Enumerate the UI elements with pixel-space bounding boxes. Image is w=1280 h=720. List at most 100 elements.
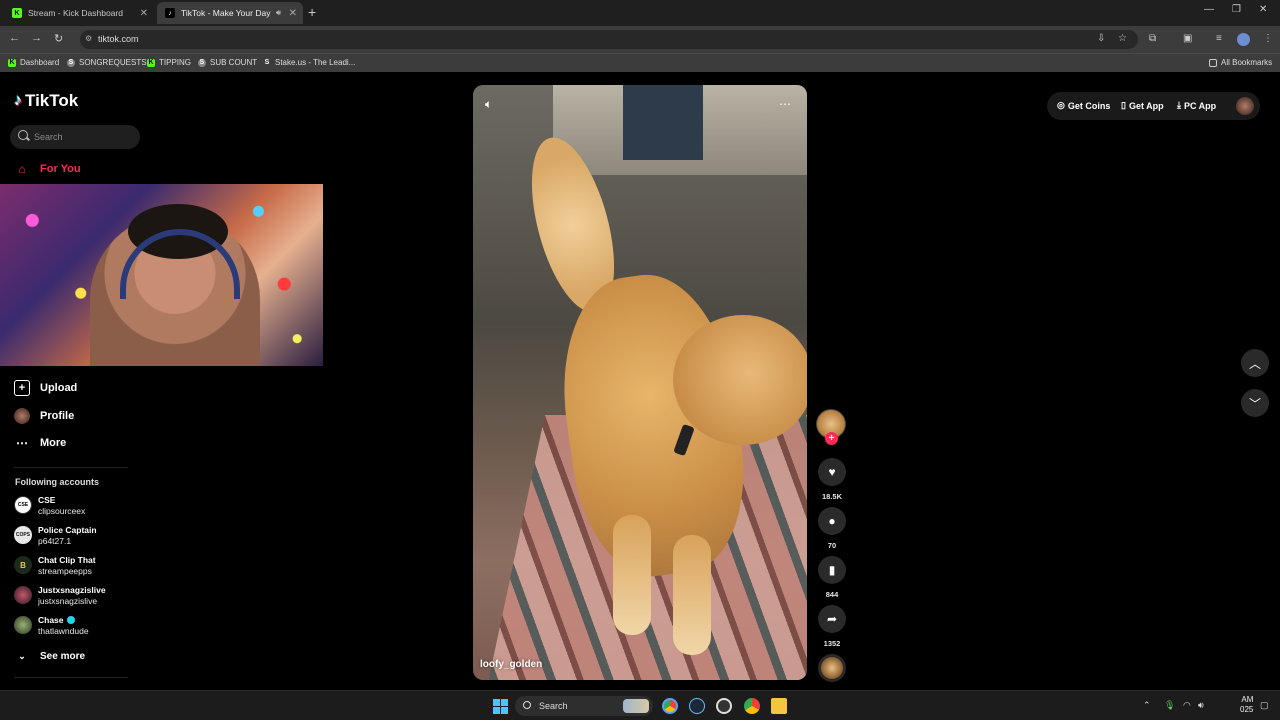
browser-profile-avatar[interactable] [1237,33,1250,46]
tab-label: Stream - Kick Dashboard [28,8,123,18]
more-options-icon[interactable]: ⋯ [779,97,791,111]
nav-more[interactable]: ⋯ More [14,435,66,451]
following-account[interactable]: COPS Police Captain p64t27.1 [14,525,97,547]
pc-app-button[interactable]: ⤓ PC App [1177,100,1216,111]
search-icon [523,701,531,709]
following-account[interactable]: CSE CSE clipsourceex [14,495,85,517]
save-button[interactable]: ▮ [818,556,846,584]
chrome-icon[interactable] [662,698,678,714]
profile-avatar-icon [14,408,30,424]
restore-icon[interactable]: ❐ [1232,4,1241,15]
account-username: p64t27.1 [38,536,72,546]
site-info-icon[interactable]: ⚙ [85,34,92,43]
follow-button[interactable]: + [825,432,838,445]
system-clock[interactable]: AM 025 [1240,695,1253,715]
reload-icon[interactable]: ↻ [54,32,63,45]
url-bar[interactable]: ⚙ tiktok.com [80,30,1138,49]
previous-video-button[interactable]: ︿ [1241,349,1269,377]
file-explorer-icon[interactable] [771,698,787,714]
share-icon: ➦ [826,612,838,626]
taskbar-search[interactable]: Search [515,696,653,716]
speaker-icon[interactable]: 🔊︎ [276,8,281,18]
windows-start-icon[interactable] [493,699,508,714]
bookmark-label: Stake.us - The Leadi... [275,58,356,67]
following-account[interactable]: Justxsnagzislive justxsnagzislive [14,585,106,607]
following-account[interactable]: Chase thatlawndude [14,615,89,637]
search-input[interactable]: Search [10,125,140,149]
bookmark-star-icon[interactable]: ☆ [1118,33,1127,44]
video-username[interactable]: loofy_golden [480,659,542,670]
close-icon[interactable]: ✕ [289,8,297,19]
get-app-button[interactable]: ▯ Get App [1121,100,1164,111]
close-window-icon[interactable]: ✕ [1259,4,1267,15]
new-tab-button[interactable]: + [308,4,316,20]
tab-kick-dashboard[interactable]: K Stream - Kick Dashboard ✕ [4,2,154,24]
account-username: thatlawndude [38,626,89,636]
bookmark-stake[interactable]: S Stake.us - The Leadi... [263,58,356,67]
microphone-icon[interactable]: 🎙︎ [1164,700,1175,711]
url-text: tiktok.com [98,34,139,44]
tiktok-icon: ♪ [165,8,175,18]
search-placeholder: Search [34,132,63,142]
save-count: 844 [825,590,839,599]
coin-icon: ◎ [1057,100,1065,110]
bookmarks-bar: K Dashboard S SONGREQUESTS K TIPPING S S… [0,53,1280,72]
chevron-up-icon[interactable]: ⌃ [1143,700,1151,711]
upload-icon: + [14,380,30,396]
following-account[interactable]: B Chat Clip That streampeepps [14,555,96,577]
clock-date: 025 [1240,705,1254,714]
share-count: 1352 [823,639,841,648]
back-icon[interactable]: ← [9,32,20,44]
nav-profile[interactable]: Profile [14,408,74,424]
menu-icon[interactable]: ⋮ [1263,33,1273,44]
forward-icon[interactable]: → [31,32,42,44]
volume-icon[interactable]: 🔊︎ [1198,700,1204,711]
wifi-icon[interactable]: ◠ [1183,700,1191,711]
bookmark-tipping[interactable]: K TIPPING [147,58,191,67]
get-coins-button[interactable]: ◎ Get Coins [1057,100,1110,111]
see-more-label: See more [40,650,86,662]
account-avatar: B [14,556,32,574]
see-more-button[interactable]: ⌄ See more [14,648,85,664]
obs-icon[interactable] [716,698,732,714]
nav-for-you[interactable]: ⌂ For You [14,161,80,177]
notifications-icon[interactable]: ▢ [1260,700,1269,711]
install-app-icon[interactable]: ⇩ [1097,33,1105,44]
top-right-actions: ◎ Get Coins ▯ Get App ⤓ PC App [1047,92,1260,120]
all-bookmarks[interactable]: All Bookmarks [1209,58,1272,67]
divider [14,677,128,678]
cast-icon[interactable]: ≡ [1216,33,1222,44]
bookmark-sub-count[interactable]: S SUB COUNT [198,58,257,67]
steam-icon[interactable] [689,698,705,714]
video-player[interactable]: 🔈︎ ⋯ loofy_golden [473,85,807,680]
kick-icon: K [8,58,16,67]
mute-icon[interactable]: 🔈︎ [485,97,492,112]
minimize-icon[interactable]: — [1204,4,1214,15]
divider [14,467,128,468]
account-name: Justxsnagzislive [38,585,106,595]
bookmark-dashboard[interactable]: K Dashboard [8,58,59,67]
heart-icon: ♥ [828,465,836,479]
tab-tiktok[interactable]: ♪ TikTok - Make Your Day 🔊︎ ✕ [157,2,303,24]
tiktok-logo[interactable]: ♪ TikTok [14,91,78,111]
account-name: Chase [38,615,64,625]
account-name: Chat Clip That [38,555,96,565]
chrome-profile-icon[interactable] [744,698,760,714]
comment-button[interactable]: ● [818,507,846,535]
clock-time: AM [1241,695,1254,704]
nav-upload[interactable]: + Upload [14,380,77,396]
next-video-button[interactable]: ﹀ [1241,389,1269,417]
music-disc-avatar[interactable] [818,654,846,682]
extensions-icon[interactable]: ⧉ [1149,33,1156,44]
side-panel-icon[interactable]: ▣ [1183,33,1192,44]
like-button[interactable]: ♥ [818,458,846,486]
share-button[interactable]: ➦ [818,605,846,633]
bookmark-songrequests[interactable]: S SONGREQUESTS [67,58,147,67]
more-dots-icon: ⋯ [16,436,28,450]
close-icon[interactable]: ✕ [140,8,148,19]
user-avatar[interactable] [1236,97,1254,115]
stake-icon: S [264,59,270,66]
following-accounts-title: Following accounts [15,477,100,487]
search-highlight-image [623,699,649,713]
dog-leg [613,515,651,635]
